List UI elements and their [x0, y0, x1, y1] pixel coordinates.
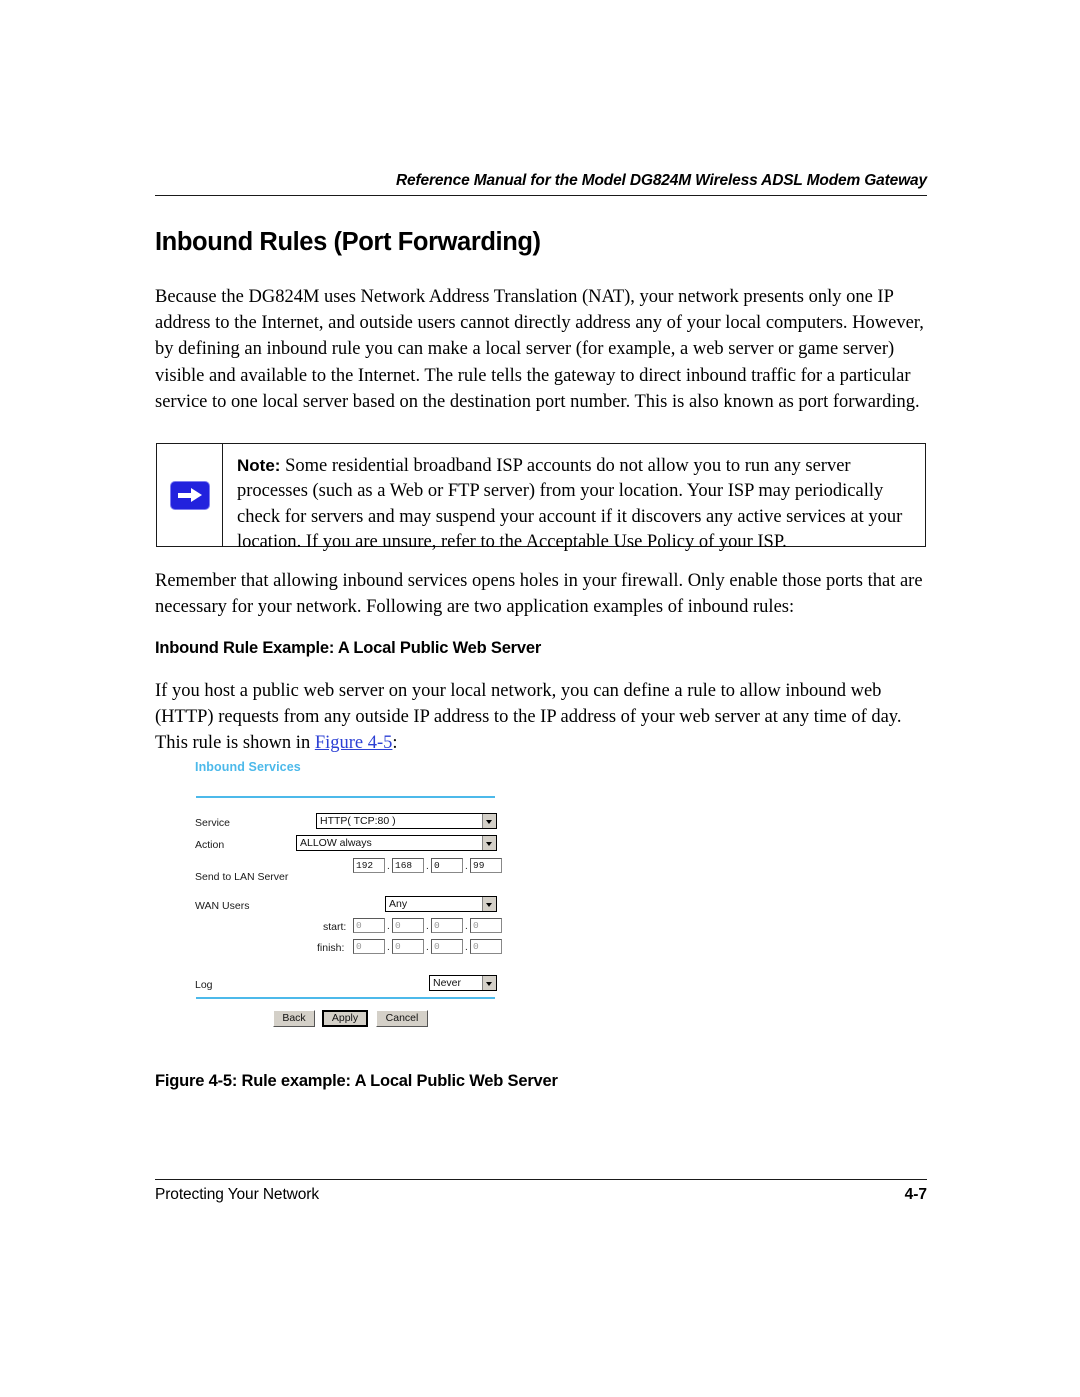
figure-caption: Figure 4-5: Rule example: A Local Public…	[155, 1072, 558, 1090]
service-label: Service	[195, 817, 231, 829]
header-divider	[155, 195, 927, 196]
wan-start-octet-1[interactable]: 0	[353, 918, 385, 933]
note-text: Note: Some residential broadband ISP acc…	[223, 444, 925, 556]
lan-ip-octet-2[interactable]: 168	[392, 858, 424, 873]
ip-separator-dot: .	[387, 861, 390, 872]
ip-separator-dot: .	[426, 942, 429, 953]
figure-cross-reference-link[interactable]: Figure 4-5	[315, 733, 393, 753]
ip-separator-dot: .	[465, 942, 468, 953]
chevron-down-icon[interactable]	[482, 836, 496, 850]
wan-finish-octet-3[interactable]: 0	[431, 939, 463, 954]
wan-start-label: start:	[323, 921, 347, 933]
wan-start-octet-4[interactable]: 0	[470, 918, 502, 933]
example-paragraph: If you host a public web server on your …	[155, 678, 931, 757]
ip-separator-dot: .	[465, 861, 468, 872]
back-button[interactable]: Back	[273, 1010, 315, 1027]
footer-page-number: 4-7	[904, 1186, 927, 1203]
send-to-lan-server-label: Send to LAN Server	[195, 871, 289, 883]
page-title: Inbound Rules (Port Forwarding)	[155, 228, 541, 256]
log-dropdown-value: Never	[433, 977, 462, 989]
ip-separator-dot: .	[465, 921, 468, 932]
lan-ip-octet-3[interactable]: 0	[431, 858, 463, 873]
top-accent-rule	[196, 796, 495, 798]
chevron-down-icon[interactable]	[482, 814, 496, 828]
example-paragraph-tail: :	[392, 733, 398, 754]
ip-separator-dot: .	[387, 942, 390, 953]
wan-start-octet-2[interactable]: 0	[392, 918, 424, 933]
inbound-services-title: Inbound Services	[195, 760, 301, 774]
example-paragraph-text: If you host a public web server on your …	[155, 681, 902, 754]
wan-finish-octet-1[interactable]: 0	[353, 939, 385, 954]
note-body: Some residential broadband ISP accounts …	[237, 456, 903, 553]
action-label: Action	[195, 839, 225, 851]
running-header: Reference Manual for the Model DG824M Wi…	[155, 172, 927, 196]
chevron-down-icon[interactable]	[482, 897, 496, 911]
log-label: Log	[195, 979, 213, 991]
chevron-down-icon[interactable]	[482, 976, 496, 990]
wan-users-dropdown[interactable]: Any	[385, 896, 497, 912]
footer-divider	[155, 1179, 927, 1180]
bottom-accent-rule	[196, 997, 495, 999]
wan-finish-label: finish:	[317, 942, 345, 954]
blue-arrow-icon	[169, 480, 210, 510]
wan-finish-octet-4[interactable]: 0	[470, 939, 502, 954]
ip-separator-dot: .	[426, 861, 429, 872]
action-dropdown-value: ALLOW always	[300, 837, 372, 849]
remember-paragraph: Remember that allowing inbound services …	[155, 571, 923, 618]
wan-users-dropdown-value: Any	[389, 898, 408, 910]
log-dropdown[interactable]: Never	[429, 975, 497, 991]
service-dropdown[interactable]: HTTP( TCP:80 )	[316, 813, 497, 829]
service-dropdown-value: HTTP( TCP:80 )	[320, 815, 396, 827]
lan-ip-octet-4[interactable]: 99	[470, 858, 502, 873]
arrow-head	[190, 487, 202, 502]
document-page: Reference Manual for the Model DG824M Wi…	[0, 0, 1080, 1397]
wan-start-octet-3[interactable]: 0	[431, 918, 463, 933]
running-header-title: Reference Manual for the Model DG824M Wi…	[395, 172, 927, 189]
cancel-button[interactable]: Cancel	[376, 1010, 428, 1027]
wan-users-label: WAN Users	[195, 900, 250, 912]
lan-ip-octet-1[interactable]: 192	[353, 858, 385, 873]
note-label: Note:	[237, 456, 281, 475]
note-callout: Note: Some residential broadband ISP acc…	[156, 443, 926, 552]
wan-finish-octet-2[interactable]: 0	[392, 939, 424, 954]
inbound-services-screenshot: Inbound Services Service HTTP( TCP:80 ) …	[195, 760, 505, 1045]
section-subheading: Inbound Rule Example: A Local Public Web…	[155, 639, 542, 657]
intro-paragraph: Because the DG824M uses Network Address …	[155, 287, 924, 412]
apply-button[interactable]: Apply	[322, 1010, 368, 1027]
ip-separator-dot: .	[387, 921, 390, 932]
ip-separator-dot: .	[426, 921, 429, 932]
action-dropdown[interactable]: ALLOW always	[296, 835, 497, 851]
note-icon-cell	[157, 444, 223, 546]
